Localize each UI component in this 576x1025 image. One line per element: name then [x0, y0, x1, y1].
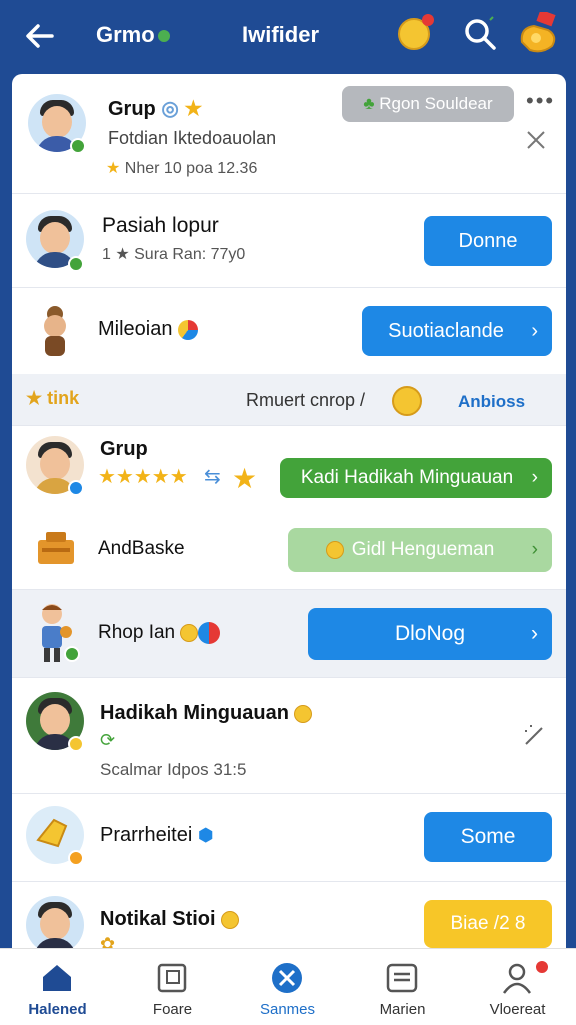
item-meta: ★ Nher 10 poa 12.36 [106, 160, 258, 177]
coin-icon [221, 910, 240, 929]
more-options-icon[interactable]: ••• [526, 88, 555, 114]
chevron-right-icon: › [531, 539, 538, 560]
star-icon: ★ [184, 98, 203, 120]
nav-item-compass[interactable]: Sanmes [230, 949, 345, 1025]
verified-icon [68, 736, 84, 752]
app-title: Grmo [96, 22, 170, 48]
profile-icon [502, 963, 532, 994]
basket-icon [38, 532, 74, 564]
chevron-right-icon: › [531, 622, 538, 645]
item-title: Mileoian [98, 318, 199, 341]
character-icon [44, 306, 66, 356]
nav-item-list[interactable]: Marien [345, 949, 460, 1025]
action-button[interactable]: Gidl Hengueman › [288, 528, 552, 572]
shield-icon: ⬢ [197, 825, 214, 845]
back-arrow-icon[interactable] [22, 18, 58, 54]
verified-icon [70, 138, 86, 154]
nav-item-home[interactable]: Halened [0, 949, 115, 1025]
section-link[interactable]: Anbioss [458, 392, 525, 412]
leaf-icon: ♣ [363, 94, 375, 113]
section-label: ★ tink [26, 388, 80, 408]
item-title: Grup [100, 438, 148, 460]
nav-label: Vloereat [489, 1001, 546, 1018]
item-subtitle: Fotdian Iktedoauolan [108, 128, 277, 148]
notification-dot [534, 959, 550, 975]
leaf-icon: ⟳ [100, 730, 116, 750]
section-header: ★ tink Rmuert cnrop / Anbioss [12, 374, 566, 426]
swap-icon: ⇆ [204, 466, 221, 488]
list-item[interactable]: Rhop Ian DloNog › [12, 590, 566, 678]
list-item[interactable]: Hadikah Minguauan ⟳ Scalmar Idpos 31:5 [12, 678, 566, 794]
item-meta: Scalmar Idpos 31:5 [100, 760, 247, 779]
verified-icon [68, 480, 84, 496]
list-item[interactable]: AndBaske Gidl Hengueman › [12, 516, 566, 590]
nav-label: Halened [28, 1001, 87, 1018]
nav-label: Marien [379, 1001, 426, 1018]
list-item[interactable]: Pasiah lopur 1 ★ Sura Ran: 77y0 Donne [12, 194, 566, 288]
frame-icon [157, 963, 187, 993]
item-title: Rhop Ian [98, 622, 221, 644]
nav-item-profile[interactable]: Vloereat [460, 949, 575, 1025]
stats-button[interactable]: Biae /2 8 [424, 900, 552, 948]
group-icon: ◎ [161, 98, 179, 120]
action-button[interactable]: Suotiaclande › [362, 306, 552, 356]
item-title: Grup ◎ ★ [108, 98, 203, 120]
star-icon: ★ [232, 463, 258, 494]
verified-icon [68, 256, 84, 272]
item-title: Notikal Stioi [100, 908, 240, 931]
donne-button[interactable]: Donne [424, 216, 552, 266]
content-card: Grup ◎ ★ Fotdian Iktedoauolan ★ Nher 10 … [12, 74, 566, 974]
coin-icon[interactable] [398, 14, 434, 50]
search-icon[interactable] [462, 16, 498, 52]
avatar [26, 896, 84, 954]
chevron-right-icon: › [531, 467, 538, 488]
flag-icon [198, 622, 221, 644]
item-title: Hadikah Minguauan [100, 702, 313, 725]
list-item[interactable]: Prarrheitei ⬢ Some [12, 794, 566, 882]
nav-item-frame[interactable]: Foare [115, 949, 230, 1025]
item-title: Pasiah lopur [102, 214, 219, 237]
nav-label: Foare [152, 1001, 193, 1018]
badge-icon [68, 850, 84, 866]
edit-icon[interactable] [522, 722, 548, 748]
list-item[interactable]: Mileoian Suotiaclande › [12, 288, 566, 374]
item-title: AndBaske [98, 538, 185, 559]
coin-icon [294, 704, 313, 723]
rating-stars: ★★★★★ [98, 466, 188, 488]
star-icon: ★ [106, 160, 121, 177]
verified-icon [64, 646, 80, 662]
notification-dot [422, 14, 434, 26]
section-title: Rmuert cnrop / [246, 390, 366, 410]
list-item[interactable]: Grup ◎ ★ Fotdian Iktedoauolan ★ Nher 10 … [12, 74, 566, 194]
coin-icon [325, 540, 344, 559]
item-title: Prarrheitei ⬢ [100, 824, 214, 846]
chart-icon [178, 319, 199, 340]
action-button[interactable]: Kadi Hadikah Minguauan › [280, 458, 552, 498]
list-item[interactable]: Grup ★★★★★ ⇆ ★ Kadi Hadikah Minguauan › [12, 426, 566, 516]
page-title: Iwifider [242, 22, 320, 47]
list-icon [386, 963, 418, 993]
bottom-navigation: Halened Foare Sanmes Marien Vloereat [0, 948, 576, 1025]
coin-icon [180, 624, 199, 642]
coin-icon [392, 386, 422, 416]
compass-icon [272, 963, 302, 993]
nav-label: Sanmes [259, 1001, 316, 1018]
close-icon[interactable] [524, 128, 548, 152]
reward-badge-icon[interactable] [516, 12, 562, 54]
group-action-button[interactable]: ♣ Rgon Souldear [342, 86, 514, 122]
some-button[interactable]: Some [424, 812, 552, 862]
status-dot-icon [157, 30, 170, 43]
item-meta: 1 ★ Sura Ran: 77y0 [102, 246, 246, 263]
home-icon [43, 965, 71, 991]
action-button[interactable]: DloNog › [308, 608, 552, 660]
top-bar: Grmo Iwifider [0, 0, 576, 72]
chevron-right-icon: › [531, 320, 538, 342]
